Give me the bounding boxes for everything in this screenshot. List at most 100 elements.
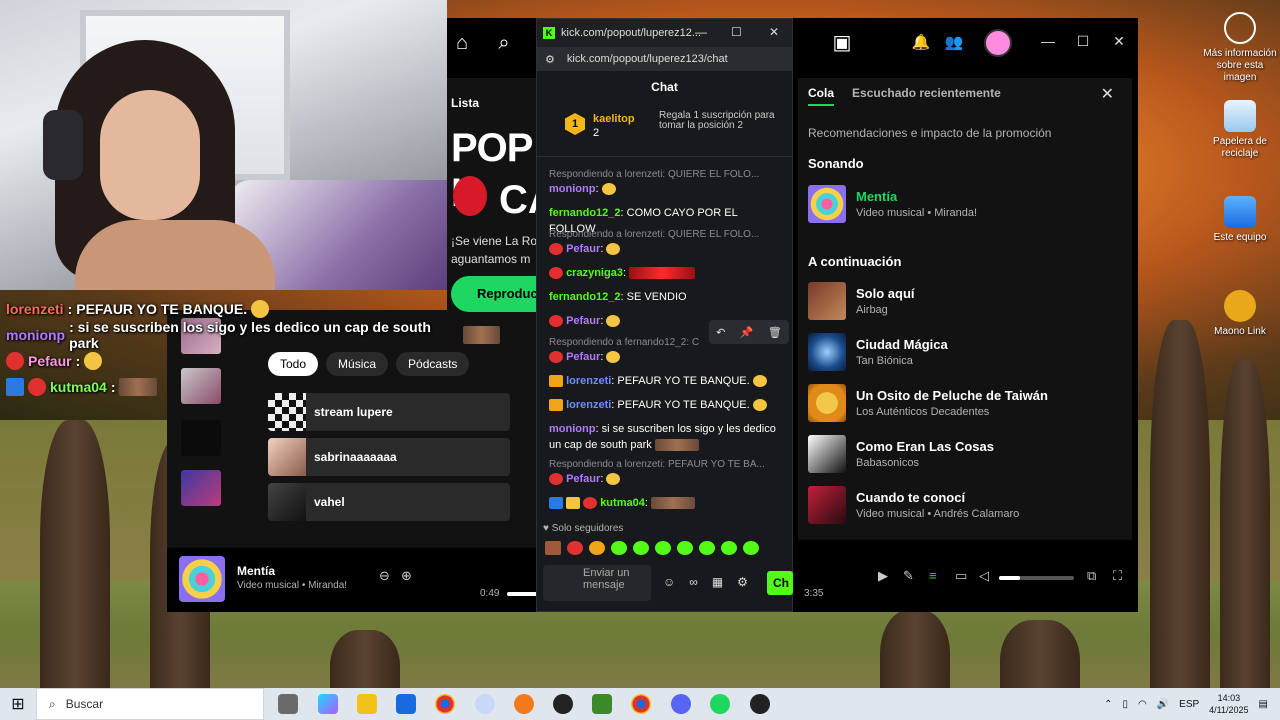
promo-link[interactable]: Recomendaciones e impacto de la promoció… xyxy=(808,126,1051,140)
emote[interactable] xyxy=(721,541,737,555)
chat-message[interactable]: monionp: si se suscriben los sigo y les … xyxy=(549,421,779,453)
chrome-icon[interactable] xyxy=(631,694,651,714)
player-title[interactable]: Mentía xyxy=(237,564,275,578)
desktop-icon-this-pc[interactable]: Este equipo xyxy=(1200,196,1280,244)
delete-icon[interactable]: 🗑 xyxy=(768,326,782,339)
desktop-icon-recycle-bin[interactable]: Papelera de reciclaje xyxy=(1200,100,1280,160)
send-button[interactable]: Ch xyxy=(767,571,793,595)
chat-username[interactable]: Pefaur xyxy=(566,351,600,363)
notifications-icon[interactable]: 🔔 xyxy=(910,32,932,54)
battery-icon[interactable]: ▯ xyxy=(1122,699,1128,710)
chat-message[interactable]: Pefaur: xyxy=(549,349,779,365)
gift-promo-text[interactable]: Regala 1 suscripción para tomar la posic… xyxy=(659,111,777,131)
pin-icon[interactable]: 📌 xyxy=(740,326,754,339)
site-settings-icon[interactable]: ⚙ xyxy=(545,53,555,66)
browse-icon[interactable]: ▣ xyxy=(831,32,853,54)
chrome-icon[interactable] xyxy=(435,694,455,714)
close-icon[interactable]: ✕ xyxy=(1101,84,1114,104)
emote[interactable] xyxy=(743,541,759,555)
queue-item[interactable]: Cuando te conocí Video musical • Andrés C… xyxy=(808,485,1118,525)
chat-message[interactable]: lorenzeti: PEFAUR YO TE BANQUE. xyxy=(549,373,779,389)
task-view-icon[interactable] xyxy=(278,694,298,714)
address-bar[interactable]: ⚙ kick.com/popout/luperez123/chat xyxy=(537,47,792,71)
chat-message[interactable]: Pefaur: xyxy=(549,241,779,257)
emote[interactable] xyxy=(699,541,715,555)
emote[interactable] xyxy=(589,541,605,555)
queue-item[interactable]: Solo aquí Airbag xyxy=(808,281,1118,321)
chat-username[interactable]: Pefaur xyxy=(566,473,600,485)
volume-icon[interactable]: ◁ xyxy=(979,568,989,584)
store-icon[interactable]: ▦ xyxy=(712,575,723,589)
shortcut-card[interactable]: vahel xyxy=(268,483,510,521)
close-icon[interactable]: ✕ xyxy=(1107,33,1131,50)
shortcut-card[interactable]: sabrinaaaaaaa xyxy=(268,438,510,476)
gear-icon[interactable]: ⚙ xyxy=(737,575,748,589)
player-sub[interactable]: Video musical • Miranda! xyxy=(237,580,347,591)
maximize-icon[interactable]: ☐ xyxy=(1071,33,1095,50)
close-icon[interactable]: ✕ xyxy=(769,25,779,39)
avatar[interactable] xyxy=(984,29,1012,57)
copilot-icon[interactable] xyxy=(318,694,338,714)
search-icon[interactable]: ⌕ xyxy=(493,32,515,54)
chat-username[interactable]: lorenzeti xyxy=(566,375,611,387)
fullscreen-icon[interactable]: ⛶ xyxy=(1113,568,1122,584)
windows-start-icon[interactable]: ⊞ xyxy=(0,694,36,714)
file-explorer-icon[interactable] xyxy=(357,694,377,714)
taskbar-search[interactable]: ⌕ Buscar xyxy=(36,688,264,720)
home-icon[interactable]: ⌂ xyxy=(451,32,473,54)
maximize-icon[interactable]: ☐ xyxy=(731,25,742,39)
gift-user[interactable]: kaelitop xyxy=(593,113,635,125)
app-icon[interactable] xyxy=(514,694,534,714)
chat-username[interactable]: Pefaur xyxy=(566,315,600,327)
chat-message[interactable]: crazyniga3: xyxy=(549,265,779,281)
wifi-icon[interactable]: ◠ xyxy=(1138,699,1147,710)
library-item[interactable] xyxy=(181,470,221,506)
chat-input[interactable]: Enviar un mensaje xyxy=(543,565,651,601)
chat-username[interactable]: monionp xyxy=(549,183,595,195)
volume-slider[interactable] xyxy=(999,576,1074,580)
device-icon[interactable]: ▭ xyxy=(955,568,967,584)
obs-icon[interactable] xyxy=(553,694,573,714)
chat-message[interactable]: kutma04: xyxy=(549,495,779,511)
library-item[interactable] xyxy=(181,420,221,456)
store-icon[interactable] xyxy=(396,694,416,714)
notifications-icon[interactable]: ▤ xyxy=(1259,699,1268,710)
friends-icon[interactable]: 👥 xyxy=(943,32,965,54)
minimize-icon[interactable]: — xyxy=(1036,33,1060,49)
queue-item[interactable]: Un Osito de Peluche de Taiwán Los Auténti… xyxy=(808,383,1118,423)
queue-item[interactable]: Ciudad Mágica Tan Biónica xyxy=(808,332,1118,372)
emote-picker-icon[interactable]: ☺ xyxy=(663,575,675,589)
queue-item[interactable]: Como Eran Las Cosas Babasonicos xyxy=(808,434,1118,474)
now-playing-art[interactable] xyxy=(179,556,225,602)
tab-queue[interactable]: Cola xyxy=(808,86,835,106)
desktop-icon-maono-link[interactable]: Maono Link xyxy=(1200,290,1280,338)
desktop-icon-info[interactable]: Más información sobre esta imagen xyxy=(1200,12,1280,84)
chat-username[interactable]: monionp xyxy=(549,423,595,435)
video-icon[interactable]: ▶ xyxy=(878,568,888,584)
emote[interactable] xyxy=(655,541,671,555)
chat-username[interactable]: crazyniga3 xyxy=(566,267,623,279)
reply-icon[interactable]: ↶ xyxy=(716,326,725,339)
chat-message[interactable]: lorenzeti: PEFAUR YO TE BANQUE. xyxy=(549,397,779,413)
volume-icon[interactable]: 🔊 xyxy=(1157,699,1169,710)
chat-username[interactable]: lorenzeti xyxy=(566,399,611,411)
spotify-icon[interactable] xyxy=(710,694,730,714)
tab-recent[interactable]: Escuchado recientemente xyxy=(852,86,1001,106)
remove-icon[interactable]: ⊖ xyxy=(379,568,390,584)
add-icon[interactable]: ⊕ xyxy=(401,568,412,584)
chevron-up-icon[interactable]: ⌃ xyxy=(1104,699,1112,710)
emote[interactable] xyxy=(545,541,561,555)
discord-icon[interactable] xyxy=(671,694,691,714)
clock[interactable]: 14:03 4/11/2025 xyxy=(1209,692,1248,716)
emote[interactable] xyxy=(567,541,583,555)
chat-username[interactable]: fernando12_2 xyxy=(549,291,621,303)
emote[interactable] xyxy=(677,541,693,555)
chat-message[interactable]: Pefaur: xyxy=(549,471,779,487)
progress-bar[interactable] xyxy=(507,592,537,596)
chat-username[interactable]: Pefaur xyxy=(566,243,600,255)
language-indicator[interactable]: ESP xyxy=(1179,699,1199,710)
chat-message[interactable]: monionp: xyxy=(549,181,779,197)
now-playing-item[interactable]: Mentía Video musical • Miranda! xyxy=(808,184,1118,224)
lyrics-icon[interactable]: ✎ xyxy=(903,568,914,584)
word-icon[interactable] xyxy=(475,694,495,714)
